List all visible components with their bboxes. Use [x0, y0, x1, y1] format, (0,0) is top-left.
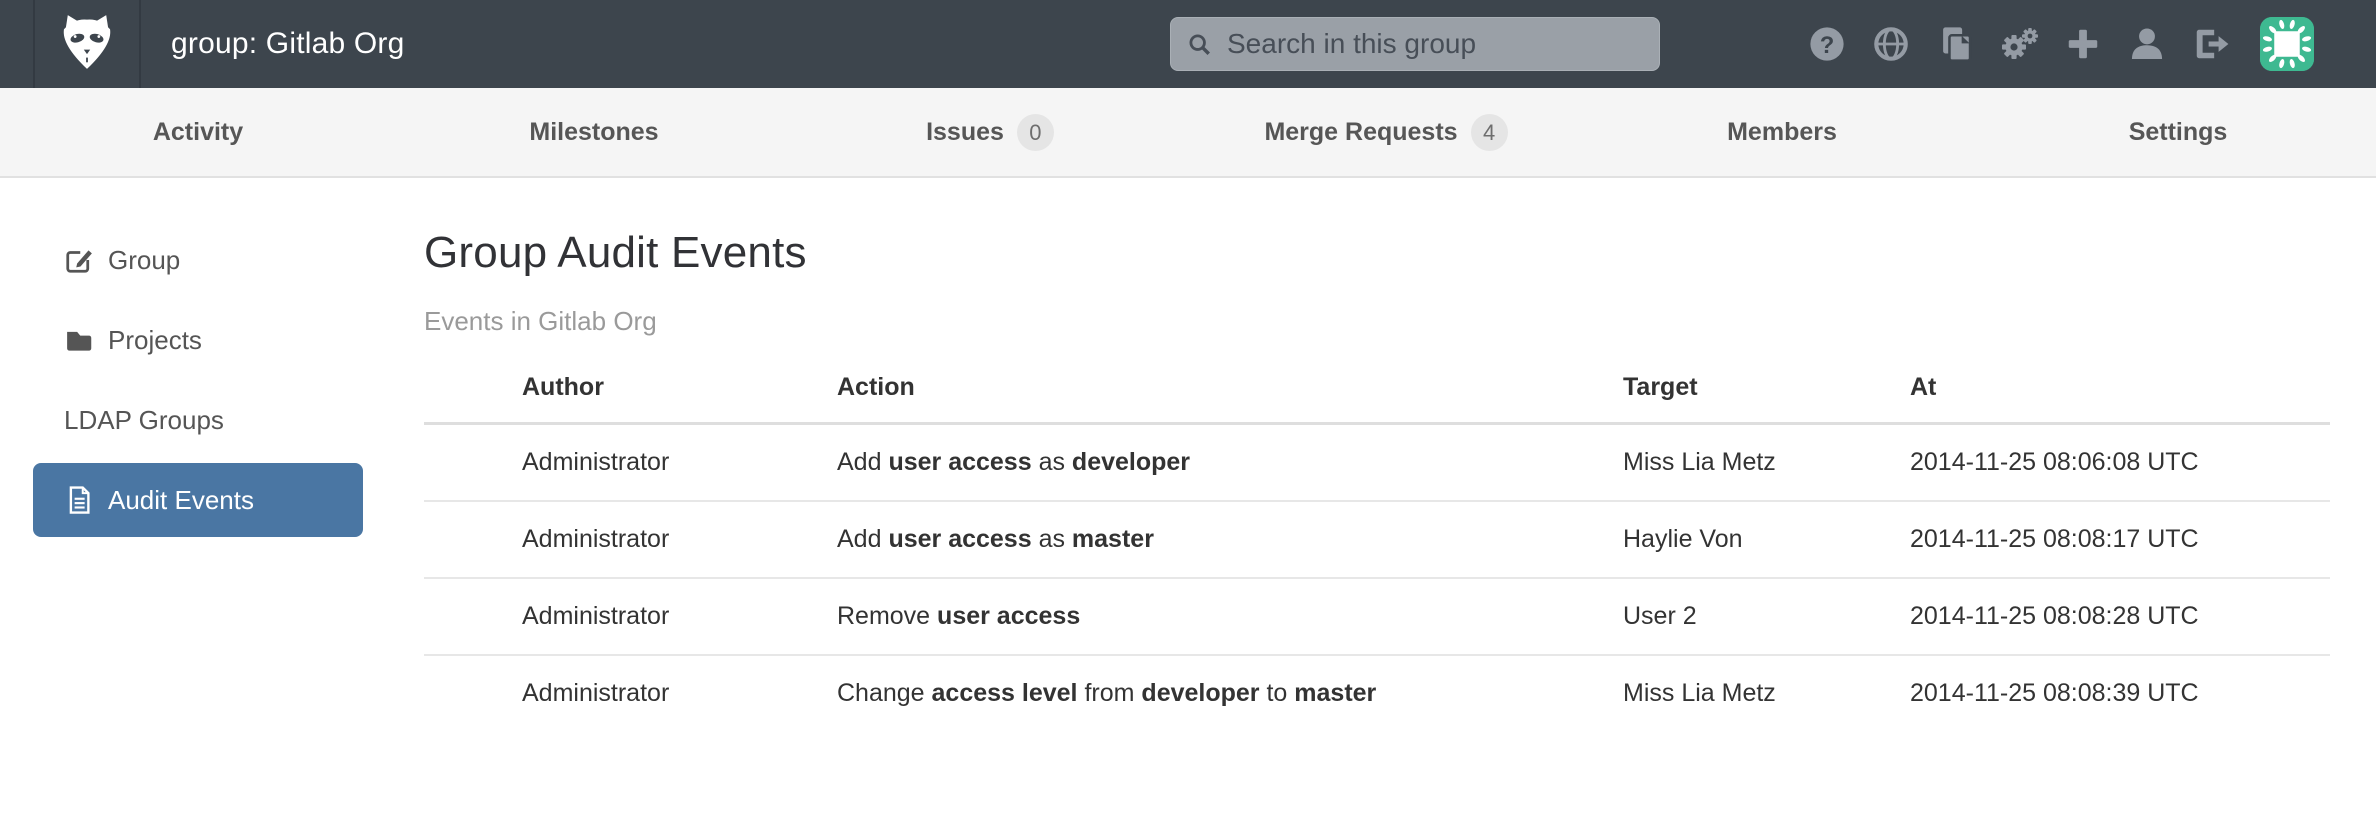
- table-header-row: Author Action Target At: [424, 373, 2330, 424]
- cell-action: Add user access as developer: [837, 424, 1623, 502]
- cell-action: Change access level from developer to ma…: [837, 655, 1623, 731]
- sidebar-item-group[interactable]: Group: [0, 220, 390, 300]
- cell-at: 2014-11-25 08:08:39 UTC: [1910, 655, 2330, 731]
- globe-icon[interactable]: [1871, 21, 1911, 67]
- table-row: Administrator Change access level from d…: [424, 655, 2330, 731]
- cell-action: Add user access as master: [837, 501, 1623, 578]
- tab-issues[interactable]: Issues 0: [792, 88, 1188, 176]
- table-row: Administrator Add user access as develop…: [424, 424, 2330, 502]
- cell-at: 2014-11-25 08:08:28 UTC: [1910, 578, 2330, 655]
- col-header-target: Target: [1623, 373, 1910, 424]
- table-row: Administrator Remove user access User 2 …: [424, 578, 2330, 655]
- cell-author: Administrator: [424, 424, 837, 502]
- sidebar-item-projects[interactable]: Projects: [0, 300, 390, 380]
- cell-target: User 2: [1623, 578, 1910, 655]
- page-title: Group Audit Events: [424, 228, 2330, 278]
- cell-author: Administrator: [424, 501, 837, 578]
- tab-merge-requests[interactable]: Merge Requests 4: [1188, 88, 1584, 176]
- home-logo-button[interactable]: [33, 0, 141, 88]
- gears-icon[interactable]: [1999, 21, 2039, 67]
- main-content: Group Audit Events Events in Gitlab Org …: [390, 178, 2376, 731]
- issues-count-badge: 0: [1017, 114, 1054, 151]
- audit-events-table: Author Action Target At Administrator Ad…: [424, 373, 2330, 731]
- cell-target: Haylie Von: [1623, 501, 1910, 578]
- col-header-at: At: [1910, 373, 2330, 424]
- cell-target: Miss Lia Metz: [1623, 424, 1910, 502]
- folder-icon: [64, 324, 96, 356]
- merge-requests-count-badge: 4: [1471, 114, 1508, 151]
- user-icon[interactable]: [2127, 21, 2167, 67]
- tab-activity[interactable]: Activity: [0, 88, 396, 176]
- header-icon-bar: ?: [1807, 21, 2231, 67]
- search-input[interactable]: [1170, 17, 1660, 71]
- sidebar-item-audit-events[interactable]: Audit Events: [33, 463, 363, 537]
- tab-milestones[interactable]: Milestones: [396, 88, 792, 176]
- cell-action: Remove user access: [837, 578, 1623, 655]
- gitlab-fox-logo-icon: [55, 10, 119, 79]
- search-icon: [1186, 31, 1214, 64]
- cell-author: Administrator: [424, 578, 837, 655]
- col-header-author: Author: [424, 373, 837, 424]
- sign-out-icon[interactable]: [2191, 21, 2231, 67]
- copy-icon[interactable]: [1935, 21, 1975, 67]
- table-row: Administrator Add user access as master …: [424, 501, 2330, 578]
- top-header: group: Gitlab Org ?: [0, 0, 2376, 88]
- page-body: Group Projects LDAP Groups: [0, 178, 2376, 731]
- sidebar-item-ldap-groups[interactable]: LDAP Groups: [0, 380, 390, 460]
- cell-target: Miss Lia Metz: [1623, 655, 1910, 731]
- cell-author: Administrator: [424, 655, 837, 731]
- tab-settings[interactable]: Settings: [1980, 88, 2376, 176]
- col-header-action: Action: [837, 373, 1623, 424]
- cell-at: 2014-11-25 08:06:08 UTC: [1910, 424, 2330, 502]
- group-nav: Activity Milestones Issues 0 Merge Reque…: [0, 88, 2376, 178]
- page-subtitle: Events in Gitlab Org: [424, 306, 2330, 337]
- group-search: [1170, 17, 1660, 71]
- settings-sidebar: Group Projects LDAP Groups: [0, 178, 390, 731]
- plus-icon[interactable]: [2063, 21, 2103, 67]
- pencil-square-icon: [64, 244, 96, 276]
- help-icon[interactable]: ?: [1807, 21, 1847, 67]
- file-text-icon: [64, 484, 96, 516]
- avatar-identicon[interactable]: [2260, 17, 2314, 71]
- page-context-title: group: Gitlab Org: [171, 27, 405, 61]
- audit-table-body: Administrator Add user access as develop…: [424, 424, 2330, 732]
- svg-text:?: ?: [1820, 32, 1835, 59]
- tab-members[interactable]: Members: [1584, 88, 1980, 176]
- cell-at: 2014-11-25 08:08:17 UTC: [1910, 501, 2330, 578]
